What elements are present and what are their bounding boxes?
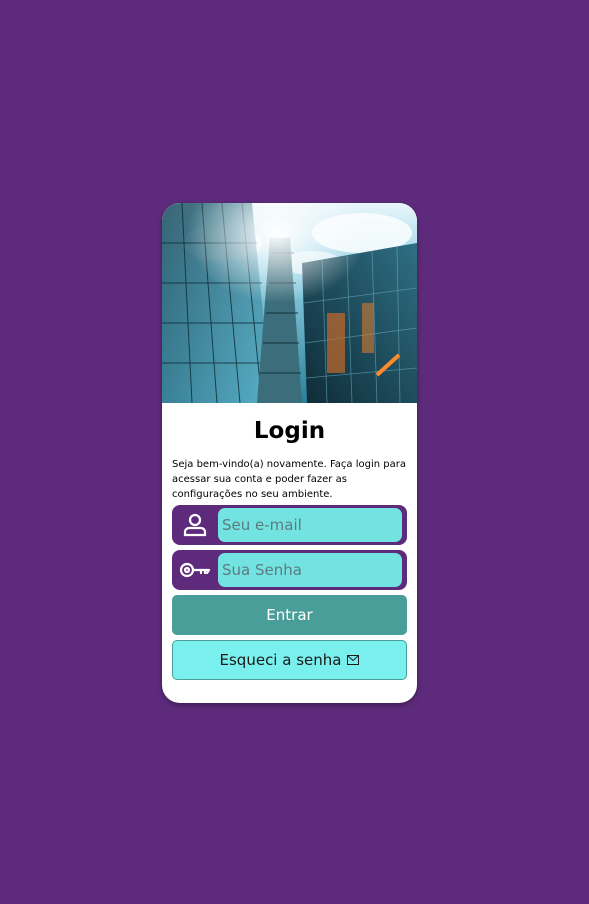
- password-input[interactable]: [218, 553, 402, 587]
- page-title: Login: [253, 418, 326, 444]
- password-field-group: [172, 550, 407, 590]
- login-submit-button[interactable]: Entrar: [172, 595, 407, 635]
- forgot-password-button[interactable]: Esqueci a senha: [172, 640, 407, 680]
- key-icon: [178, 556, 212, 584]
- welcome-description: Seja bem-vindo(a) novamente. Faça login …: [172, 459, 406, 500]
- building-hero-image: [162, 203, 417, 403]
- login-card: Login Seja bem-vindo(a) novamente. Faça …: [162, 203, 417, 703]
- login-submit-label: Entrar: [266, 606, 313, 624]
- forgot-password-label: Esqueci a senha: [219, 651, 342, 669]
- email-field-group: [172, 505, 407, 545]
- envelope-icon: [347, 655, 360, 665]
- user-icon: [178, 511, 212, 539]
- email-input[interactable]: [218, 508, 402, 542]
